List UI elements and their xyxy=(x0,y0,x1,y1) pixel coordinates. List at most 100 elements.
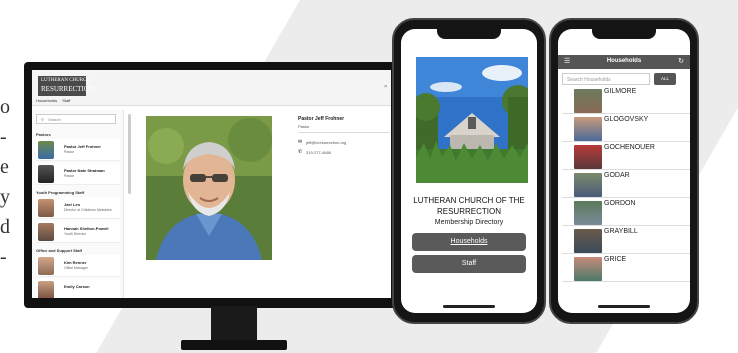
email-text: jeff@lcresurrection.org xyxy=(306,140,347,145)
left-text-line: o xyxy=(0,96,10,118)
church-image xyxy=(416,57,528,183)
household-photo xyxy=(574,173,602,197)
staff-list-item[interactable]: Pastor Jeff Frohner Pastor xyxy=(36,139,120,161)
staff-list-item[interactable]: Pastor Nate Stratman Pastor xyxy=(36,163,120,185)
phone-screen: ☰ Households ↻ Search Households ALL GIL… xyxy=(558,29,690,313)
section-pastors: Pastors xyxy=(36,132,51,137)
staff-name: Pastor Nate Stratman xyxy=(64,168,105,173)
staff-name: Hannah Shelton-Powell xyxy=(64,226,109,231)
household-photo xyxy=(574,145,602,169)
top-nav: Households Staff xyxy=(36,98,74,103)
staff-name: Kim Renner xyxy=(64,260,87,265)
household-row[interactable]: GRAYBILL xyxy=(562,227,690,254)
nav-staff[interactable]: Staff xyxy=(62,98,70,103)
left-text-line: y xyxy=(0,186,10,208)
logo-main-text: RESURRECTION xyxy=(41,85,94,93)
phone-home: LUTHERAN CHURCH OF THE RESURRECTION Memb… xyxy=(392,18,546,324)
phone-icon: ✆ xyxy=(298,149,303,155)
staff-role: Pastor xyxy=(64,150,75,154)
households-header: ☰ Households ↻ xyxy=(558,55,690,69)
household-name: GORDON xyxy=(604,200,636,207)
search-icon: ⚲ xyxy=(41,117,44,122)
households-search-input[interactable]: Search Households xyxy=(562,73,650,85)
email-icon: ✉ xyxy=(298,139,303,145)
left-text-line: e xyxy=(0,156,9,178)
avatar xyxy=(38,223,54,241)
phone-households: ☰ Households ↻ Search Households ALL GIL… xyxy=(549,18,699,324)
section-office: Office and Support Staff xyxy=(36,248,82,253)
all-button[interactable]: ALL xyxy=(654,73,676,85)
church-logo[interactable]: LUTHERAN CHURCH RESURRECTION xyxy=(38,76,94,96)
household-photo xyxy=(574,117,602,141)
staff-role: Director of Childrens Ministries xyxy=(64,208,112,212)
church-title: LUTHERAN CHURCH OF THE RESURRECTION xyxy=(413,196,525,216)
close-icon[interactable]: × xyxy=(384,84,387,90)
household-name: GOCHENOUER xyxy=(604,144,655,151)
staff-button[interactable]: Staff xyxy=(412,255,526,273)
household-photo xyxy=(574,89,602,113)
avatar xyxy=(38,281,54,298)
avatar xyxy=(38,141,54,159)
household-name: GRICE xyxy=(604,256,627,263)
staff-list-item[interactable]: Kim Renner Office Manager xyxy=(36,255,120,277)
home-indicator xyxy=(443,305,495,308)
household-row[interactable]: GILMORE xyxy=(562,87,690,114)
phone-notch xyxy=(592,29,656,39)
email-row[interactable]: ✉ jeff@lcresurrection.org xyxy=(298,139,347,145)
home-indicator xyxy=(598,305,650,308)
desktop-screen: LUTHERAN CHURCH RESURRECTION Households … xyxy=(32,70,391,298)
cropped-left-text: o - e y d - xyxy=(0,92,22,272)
section-youth: Youth Programming Staff xyxy=(36,190,85,195)
detail-role: Pastor xyxy=(298,124,310,129)
detail-name: Pastor Jeff Frohner xyxy=(298,116,345,122)
left-text-line: d xyxy=(0,216,10,238)
household-row[interactable]: GOCHENOUER xyxy=(562,143,690,170)
directory-subtitle: Membership Directory xyxy=(434,219,504,226)
household-name: GLOGOVSKY xyxy=(604,116,649,123)
search-placeholder: Search xyxy=(48,117,61,122)
phone-row[interactable]: ✆ 319-277-4688 xyxy=(298,149,331,155)
household-name: GILMORE xyxy=(604,88,637,95)
staff-list-item[interactable]: Jael Leo Director of Childrens Ministrie… xyxy=(36,197,120,219)
household-row[interactable]: GODAR xyxy=(562,171,690,198)
avatar xyxy=(38,199,54,217)
household-photo xyxy=(574,229,602,253)
household-name: GODAR xyxy=(604,172,630,179)
staff-portrait xyxy=(146,116,272,260)
staff-list-item[interactable]: Hannah Shelton-Powell Youth Director xyxy=(36,221,120,243)
refresh-icon[interactable]: ↻ xyxy=(678,57,684,65)
staff-name: Pastor Jeff Frohner xyxy=(64,144,101,149)
header-title: Households xyxy=(606,58,642,64)
left-text-line: - xyxy=(0,246,7,268)
monitor-base xyxy=(181,340,287,350)
desktop-monitor: LUTHERAN CHURCH RESURRECTION Households … xyxy=(24,62,399,308)
phone-screen: LUTHERAN CHURCH OF THE RESURRECTION Memb… xyxy=(401,29,537,313)
divider xyxy=(298,132,390,133)
nav-households[interactable]: Households xyxy=(36,98,57,103)
portrait-image xyxy=(146,116,272,260)
household-name: GRAYBILL xyxy=(604,228,638,235)
avatar xyxy=(38,165,54,183)
phone-notch xyxy=(437,29,501,39)
app-header: LUTHERAN CHURCH RESURRECTION Households … xyxy=(32,70,391,106)
household-photo xyxy=(574,257,602,281)
staff-role: Office Manager xyxy=(64,266,88,270)
church-photo xyxy=(416,57,528,183)
staff-role: Pastor xyxy=(64,174,75,178)
household-row[interactable]: GORDON xyxy=(562,199,690,226)
monitor-stand xyxy=(211,306,257,342)
left-text-line: - xyxy=(0,126,7,148)
staff-list-item[interactable]: Emily Carson xyxy=(36,279,120,298)
logo-top-text: LUTHERAN CHURCH xyxy=(41,78,91,83)
household-photo xyxy=(574,201,602,225)
staff-name: Emily Carson xyxy=(64,284,90,289)
staff-name: Jael Leo xyxy=(64,202,81,207)
avatar xyxy=(38,257,54,275)
household-row[interactable]: GRICE xyxy=(562,255,690,282)
staff-role: Youth Director xyxy=(64,232,87,236)
staff-sidebar: ⚲ Search Pastors Pastor Jeff Frohner Pas… xyxy=(32,110,124,298)
sidebar-search-input[interactable]: ⚲ Search xyxy=(36,114,116,124)
households-button[interactable]: Households xyxy=(412,233,526,251)
sidebar-scrollbar[interactable] xyxy=(128,114,131,194)
household-row[interactable]: GLOGOVSKY xyxy=(562,115,690,142)
